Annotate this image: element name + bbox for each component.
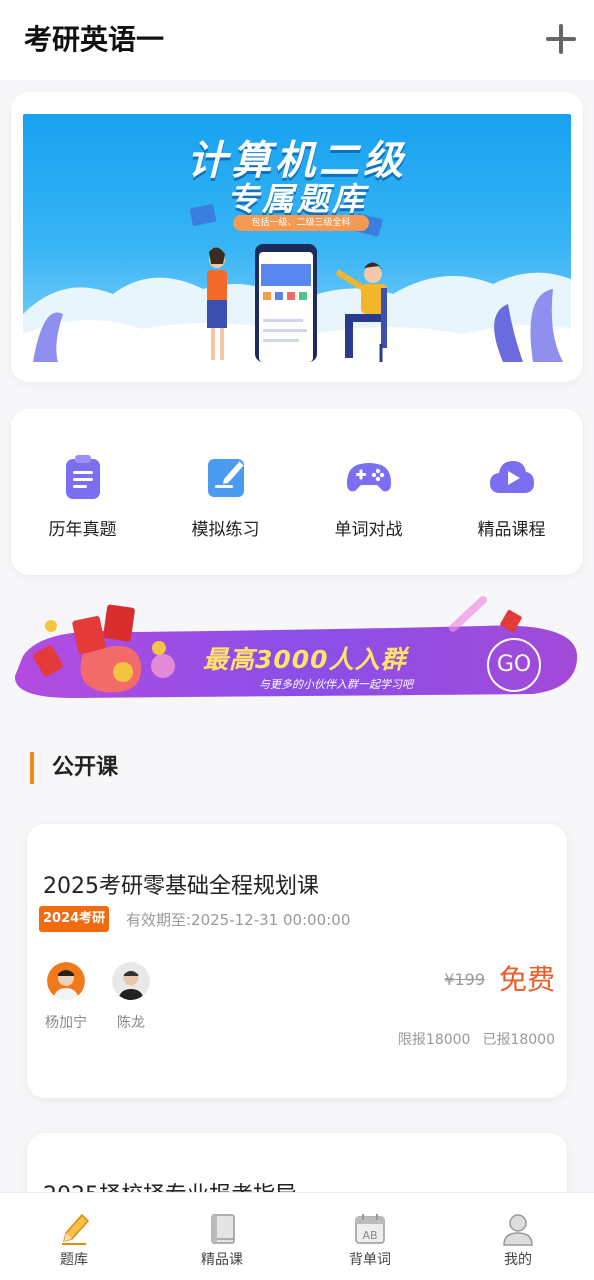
cloud-play-icon [489, 461, 534, 493]
clipboard-icon [65, 455, 100, 499]
teacher-name: 陈龙 [117, 1015, 145, 1031]
enroll-limit: 限报18000 [397, 1032, 471, 1048]
current-price: 免费 [498, 963, 555, 996]
quick-item-label: 模拟练习 [191, 520, 260, 540]
teacher-avatar [47, 962, 85, 1000]
course-badge: 2024考研 [39, 906, 110, 932]
tab-label: 题库 [60, 1252, 88, 1268]
quick-item-label: 精品课程 [477, 520, 546, 540]
pencil-icon [62, 1213, 90, 1245]
join-group-banner[interactable]: 最高3000人入群 与更多的小伙伴入群一起学习吧 GO [13, 596, 579, 702]
group-subline: 与更多的小伙伴入群一起学习吧 [259, 678, 413, 691]
quick-item-mock-practice[interactable]: 模拟练习 [154, 453, 297, 543]
banner-tag: 包括一级、二级三级全科 [233, 215, 369, 231]
tab-label: 我的 [504, 1252, 532, 1268]
pen-paper-icon [207, 459, 244, 497]
tab-label: 背单词 [349, 1252, 391, 1268]
enroll-count: 已报18000 [482, 1032, 555, 1048]
section-title: 公开课 [30, 752, 118, 784]
original-price: ¥199 [444, 970, 485, 989]
bottom-tab-bar: 题库 精品课 AB 背单词 我的 [0, 1192, 594, 1280]
tab-question-bank[interactable]: 题库 [0, 1211, 148, 1269]
page-title: 考研英语一 [24, 23, 165, 56]
add-icon[interactable] [546, 24, 576, 54]
banner-card: 计算机二级 专属题库 包括一级、二级三级全科 [11, 92, 583, 382]
course-card[interactable]: 2025考研零基础全程规划课 2024考研 有效期至:2025-12-31 00… [27, 824, 567, 1098]
group-headline: 最高3000人入群 [203, 645, 407, 674]
gamepad-icon [346, 463, 391, 492]
tab-vocabulary[interactable]: AB 背单词 [296, 1211, 444, 1269]
quick-item-past-papers[interactable]: 历年真题 [11, 453, 154, 543]
course-validity: 有效期至:2025-12-31 00:00:00 [126, 911, 351, 929]
book-icon [211, 1214, 235, 1244]
quick-item-label: 单词对战 [334, 520, 403, 540]
tab-premium-courses[interactable]: 精品课 [148, 1211, 296, 1269]
teacher[interactable]: 陈龙 [101, 962, 161, 1032]
teacher-name: 杨加宁 [45, 1015, 87, 1031]
teacher-avatar [112, 962, 150, 1000]
user-icon [503, 1214, 533, 1246]
quick-item-word-battle[interactable]: 单词对战 [297, 453, 440, 543]
banner-subtitle: 专属题库 [226, 180, 367, 218]
app-header: 考研英语一 [0, 0, 594, 80]
course-title: 2025考研零基础全程规划课 [43, 874, 319, 899]
enroll-info: 限报18000 已报18000 [386, 1029, 555, 1049]
calendar-ab-icon: AB [355, 1214, 385, 1244]
tab-profile[interactable]: 我的 [444, 1211, 592, 1269]
quick-item-label: 历年真题 [48, 520, 117, 540]
svg-text:AB: AB [362, 1229, 377, 1242]
quick-item-premium-courses[interactable]: 精品课程 [440, 453, 583, 543]
go-button[interactable]: GO [487, 638, 541, 692]
tab-label: 精品课 [201, 1252, 243, 1268]
promo-banner[interactable]: 计算机二级 专属题库 包括一级、二级三级全科 [23, 114, 571, 362]
teacher[interactable]: 杨加宁 [36, 962, 96, 1032]
quick-menu: 历年真题 模拟练习 单词对战 精品课程 [11, 409, 583, 575]
